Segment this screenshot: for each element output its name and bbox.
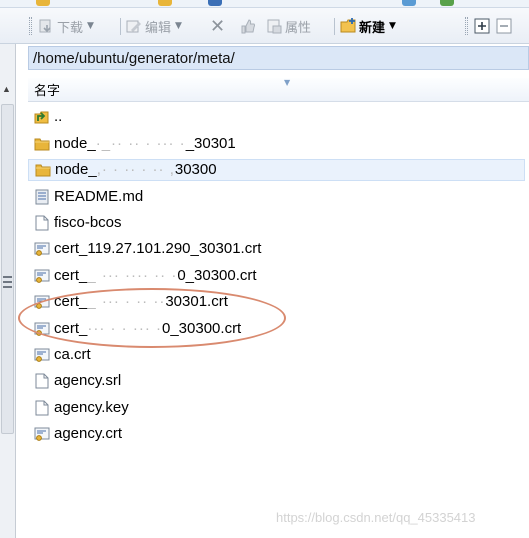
delete-icon: ✕ [210,15,226,37]
sort-indicator-icon: ▼ [284,78,291,87]
list-item[interactable]: ca.crt [28,344,529,366]
list-item[interactable]: .. [28,106,529,128]
list-item[interactable]: cert_119.27.101.290_30301.crt [28,238,529,260]
markdown-file-icon [34,189,50,205]
list-item[interactable]: cert_ _ ··· ···· ·· · 0_30300.crt [28,265,529,287]
certificate-icon [34,294,50,310]
toolbar: 下载 ▼ 编辑 ▼ ✕ 属性 新建 ▼ [0,8,529,44]
picture-icon[interactable] [402,0,416,6]
list-item-selected[interactable]: node_ ,· · ·· · ·· , 30300 [28,159,525,181]
toolbar-grip[interactable] [29,17,32,35]
file-icon [34,400,50,416]
certificate-icon [34,268,50,284]
new-button[interactable]: 新建 ▼ [340,16,396,36]
redacted-text: _ ··· ···· ·· · [87,267,178,284]
minus-box-icon [496,18,512,34]
up-folder-icon [34,109,50,125]
certificate-icon [34,426,50,442]
chevron-down-icon[interactable]: ▼ [175,21,182,31]
edit-button[interactable]: 编辑 ▼ [126,16,182,36]
properties-button[interactable]: 属性 [266,16,311,36]
chevron-down-icon[interactable]: ▼ [389,21,396,31]
collapse-button[interactable] [496,16,512,36]
download-button[interactable]: 下载 ▼ [38,16,94,36]
download-label: 下载 [57,20,84,36]
column-name-label: 名字 [34,84,61,99]
delete-button[interactable]: ✕ [210,15,226,37]
edit-icon [126,18,142,34]
scrollbar-thumb[interactable] [1,104,14,434]
list-item[interactable]: agency.srl [28,370,529,392]
list-item[interactable]: agency.crt [28,423,529,445]
save-icon[interactable] [208,0,222,6]
download-icon [38,18,54,34]
folder-icon [34,136,50,152]
redacted-text: ··· · · ··· · [87,320,162,337]
list-item[interactable]: cert_ ··· · · ··· · 0_30300.crt [28,318,529,340]
column-header-name[interactable]: 名字 ▼ [28,78,529,102]
certificate-icon [34,347,50,363]
properties-icon [266,18,282,34]
file-icon [34,215,50,231]
toolbar-divider [334,18,335,35]
watermark: https://blog.csdn.net/qq_45335413 [276,510,476,525]
chevron-down-icon[interactable]: ▼ [87,21,94,31]
list-item[interactable]: fisco-bcos [28,212,529,234]
sign-button[interactable] [240,16,259,36]
expand-button[interactable] [474,16,490,36]
edit-label: 编辑 [145,20,172,36]
folder-icon [35,162,51,178]
certificate-icon [34,241,50,257]
new-label: 新建 [359,20,386,36]
left-pane-scrollbar[interactable]: ▲ [0,44,16,538]
list-item[interactable]: cert_ _ ··· · ·· ·· 30301.crt [28,291,529,313]
grip-icon [3,276,12,288]
scroll-up-arrow-icon[interactable]: ▲ [2,84,11,94]
folder-icon[interactable] [36,0,50,6]
top-icon-strip [0,0,529,8]
toolbar-divider [120,18,121,35]
list-item[interactable]: agency.key [28,397,529,419]
list-item[interactable]: node_ ·_·· ·· · ··· · _30301 [28,133,529,155]
toolbar-grip[interactable] [465,17,468,35]
redacted-text: ,· · ·· · ·· , [96,161,175,178]
file-icon [34,373,50,389]
refresh-icon[interactable] [440,0,454,6]
path-bar[interactable]: /home/ubuntu/generator/meta/ [28,46,529,70]
properties-label: 属性 [285,20,312,36]
certificate-icon [34,321,50,337]
new-folder-icon [340,18,356,34]
redacted-text: ·_·· ·· · ··· · [95,135,186,152]
current-path: /home/ubuntu/generator/meta/ [33,49,235,67]
document-icon[interactable] [158,0,172,6]
redacted-text: _ ··· · ·· ·· [87,293,166,310]
list-item[interactable]: README.md [28,186,529,208]
thumbs-up-icon [240,18,256,34]
plus-box-icon [474,18,490,34]
